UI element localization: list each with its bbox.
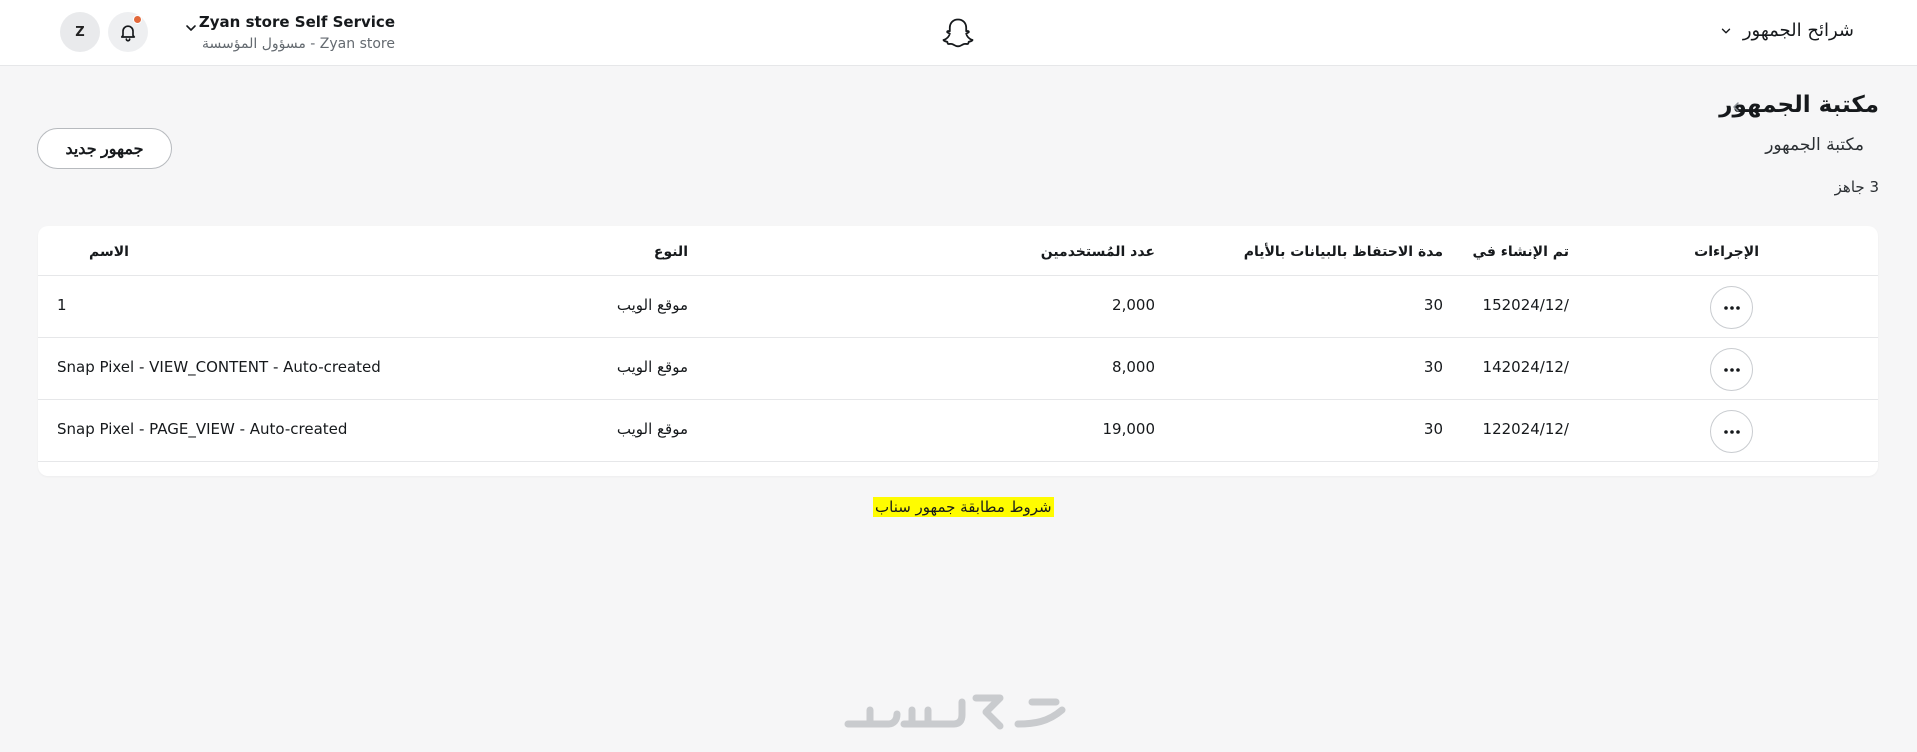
new-audience-button[interactable]: جمهور جديد: [37, 128, 172, 169]
bell-icon: [120, 25, 136, 42]
more-horizontal-icon: [1723, 429, 1740, 434]
table-row[interactable]: 122024/12/ 30 19,000 موقع الويب Snap Pix…: [38, 400, 1878, 462]
page-title: مكتبة الجمهور: [1719, 92, 1879, 118]
org-switcher-chevron-down-icon[interactable]: [183, 20, 199, 36]
row-name[interactable]: 1: [57, 296, 67, 314]
row-user-count: 8,000: [1112, 358, 1155, 376]
column-header-name: الاسم: [89, 244, 129, 260]
snapchat-ghost-icon[interactable]: [941, 17, 975, 49]
table-row[interactable]: 152024/12/ 30 2,000 موقع الويب 1: [38, 276, 1878, 338]
organization-role: Zyan store - مسؤول المؤسسة: [202, 36, 395, 52]
row-retention-days: 30: [1423, 296, 1443, 314]
row-user-count: 19,000: [1102, 420, 1156, 438]
chevron-down-icon: [1721, 28, 1731, 33]
more-horizontal-icon: [1723, 367, 1740, 372]
row-type: موقع الويب: [616, 296, 688, 314]
page-subtitle: مكتبة الجمهور: [1765, 135, 1864, 155]
breadcrumb-chevron-left-icon[interactable]: [1730, 100, 1742, 114]
row-retention-days: 30: [1423, 420, 1443, 438]
audience-table: الإجراءات تم الإنشاء في مدة الاحتفاظ بال…: [38, 226, 1878, 476]
row-actions-button[interactable]: [1710, 410, 1753, 453]
row-name[interactable]: Snap Pixel - VIEW_CONTENT - Auto-created: [57, 358, 381, 376]
row-created-date: 152024/12/: [1482, 296, 1569, 314]
row-created-date: 142024/12/: [1482, 358, 1569, 376]
table-row[interactable]: 142024/12/ 30 8,000 موقع الويب Snap Pixe…: [38, 338, 1878, 400]
row-type: موقع الويب: [616, 358, 688, 376]
column-header-created: تم الإنشاء في: [1472, 244, 1569, 260]
organization-name[interactable]: Zyan store Self Service: [199, 13, 395, 31]
audience-segments-label: شرائح الجمهور: [1742, 20, 1854, 41]
snap-audience-match-terms-link[interactable]: شروط مطابقة جمهور سناب: [873, 497, 1054, 517]
ready-count: 3 جاهز: [1834, 178, 1879, 196]
audience-segments-menu[interactable]: شرائح الجمهور: [1719, 20, 1854, 41]
top-navigation-bar: Z Zyan store Self Service Zyan store - م…: [0, 0, 1917, 66]
column-header-retention: مدة الاحتفاظ بالبيانات بالأيام: [1243, 244, 1443, 260]
notification-dot: [133, 15, 142, 24]
row-created-date: 122024/12/: [1482, 420, 1569, 438]
watermark-logo: [844, 694, 1066, 730]
row-retention-days: 30: [1423, 358, 1443, 376]
more-horizontal-icon: [1723, 305, 1740, 310]
row-type: موقع الويب: [616, 420, 688, 438]
column-header-type: النوع: [653, 244, 688, 260]
column-header-actions: الإجراءات: [1694, 244, 1759, 260]
notifications-button[interactable]: [108, 12, 148, 52]
row-actions-button[interactable]: [1710, 348, 1753, 391]
row-actions-button[interactable]: [1710, 286, 1753, 329]
user-avatar[interactable]: Z: [60, 12, 100, 52]
column-header-users: عدد المُستخدمين: [1040, 244, 1155, 260]
row-name[interactable]: Snap Pixel - PAGE_VIEW - Auto-created: [57, 420, 347, 438]
row-user-count: 2,000: [1112, 296, 1155, 314]
